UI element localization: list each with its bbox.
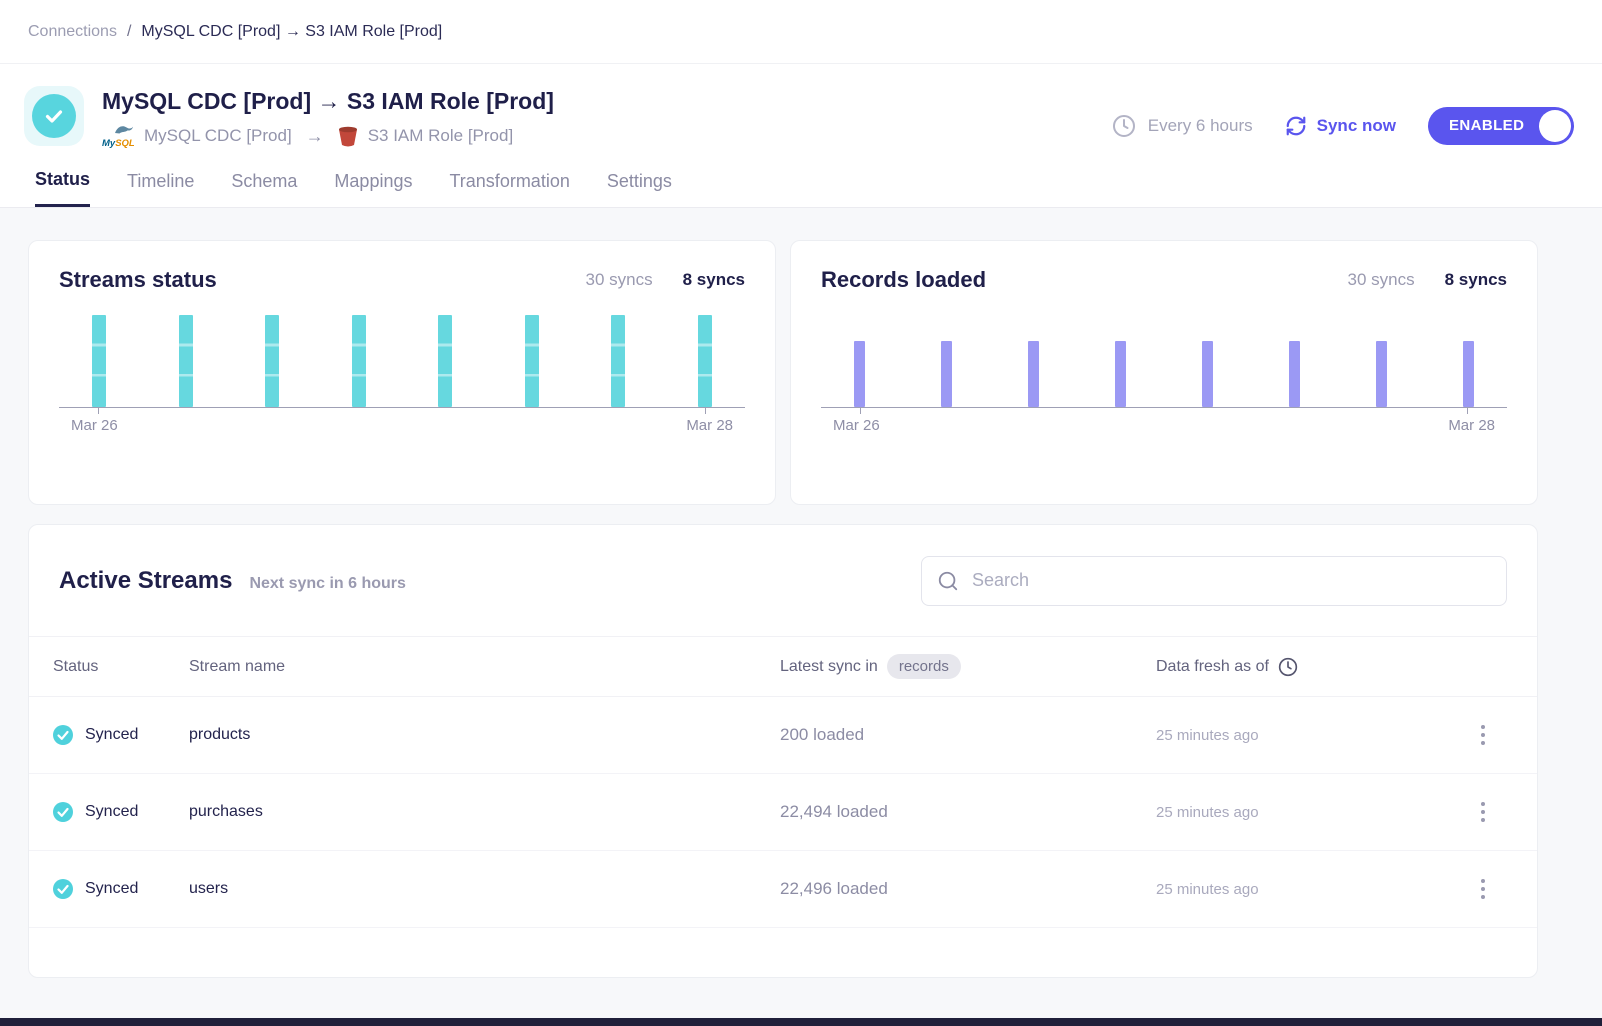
x-tick-label-start: Mar 26 (833, 417, 880, 434)
synced-check-icon (53, 725, 73, 745)
enabled-toggle[interactable]: ENABLED (1428, 107, 1574, 145)
total-syncs-filter[interactable]: 30 syncs (586, 270, 653, 290)
chart-bar[interactable] (854, 341, 865, 407)
x-axis (59, 407, 745, 408)
column-stream-name: Stream name (189, 658, 780, 676)
records-loaded-value: 200 loaded (780, 725, 1156, 745)
bottom-edge-strip (0, 1018, 1602, 1026)
search-icon (937, 570, 959, 592)
table-row-purchases[interactable]: Synced purchases 22,494 loaded 25 minute… (29, 774, 1537, 851)
x-axis (821, 407, 1507, 408)
data-fresh-value: 25 minutes ago (1156, 804, 1459, 821)
streams-status-card: Streams status 30 syncs 8 syncs Mar 26 M… (28, 240, 776, 505)
tab-schema[interactable]: Schema (231, 169, 297, 207)
stream-name: users (189, 880, 780, 898)
connection-check-icon (32, 94, 76, 138)
active-streams-card: Active Streams Next sync in 6 hours Stat… (28, 524, 1538, 978)
tab-transformation[interactable]: Transformation (449, 169, 569, 207)
row-menu-kebab-icon[interactable] (1475, 719, 1491, 751)
synced-check-icon (53, 802, 73, 822)
chart-bar[interactable] (698, 315, 712, 407)
sync-schedule: Every 6 hours (1112, 114, 1253, 138)
next-sync-label: Next sync in 6 hours (249, 575, 406, 593)
toggle-knob (1539, 110, 1571, 142)
tab-mappings[interactable]: Mappings (334, 169, 412, 207)
x-tick-label-start: Mar 26 (71, 417, 118, 434)
schedule-label: Every 6 hours (1148, 116, 1253, 136)
chart-bar[interactable] (352, 315, 366, 407)
mysql-logo: MySQL (102, 123, 134, 149)
chart-bar[interactable] (1289, 341, 1300, 407)
records-loaded-card: Records loaded 30 syncs 8 syncs Mar 26 M… (790, 240, 1538, 505)
column-data-fresh: Data fresh as of (1156, 658, 1269, 676)
records-loaded-title: Records loaded (821, 267, 986, 293)
connection-status-avatar (24, 86, 84, 146)
table-row-products[interactable]: Synced products 200 loaded 25 minutes ag… (29, 697, 1537, 774)
chart-bar[interactable] (1115, 341, 1126, 407)
x-tick-label-end: Mar 28 (686, 417, 733, 434)
enabled-toggle-label: ENABLED (1428, 117, 1524, 134)
chart-bar[interactable] (265, 315, 279, 407)
tab-status[interactable]: Status (35, 169, 90, 207)
status-badge: Synced (85, 803, 138, 821)
x-tick-label-end: Mar 28 (1448, 417, 1495, 434)
records-badge[interactable]: records (887, 654, 961, 679)
row-menu-kebab-icon[interactable] (1475, 873, 1491, 905)
clock-icon (1278, 657, 1298, 677)
chart-bar[interactable] (525, 315, 539, 407)
streams-status-title: Streams status (59, 267, 217, 293)
breadcrumb: Connections / MySQL CDC [Prod] → S3 IAM … (0, 0, 1602, 64)
sync-icon (1285, 115, 1307, 137)
chart-bar[interactable] (1028, 341, 1039, 407)
column-status: Status (53, 658, 189, 676)
clock-icon (1112, 114, 1136, 138)
chart-bar[interactable] (438, 315, 452, 407)
shown-syncs-filter[interactable]: 8 syncs (683, 270, 745, 290)
data-fresh-value: 25 minutes ago (1156, 881, 1459, 898)
chart-bar[interactable] (611, 315, 625, 407)
streams-status-chart: Mar 26 Mar 28 (59, 315, 745, 434)
search-box[interactable] (921, 556, 1507, 606)
tab-settings[interactable]: Settings (607, 169, 672, 207)
destination-name: S3 IAM Role [Prod] (368, 126, 514, 146)
shown-syncs-filter[interactable]: 8 syncs (1445, 270, 1507, 290)
table-header: Status Stream name Latest sync in record… (29, 637, 1537, 697)
svg-text:MySQL: MySQL (102, 138, 134, 149)
source-name: MySQL CDC [Prod] (144, 126, 292, 146)
records-loaded-value: 22,496 loaded (780, 879, 1156, 899)
synced-check-icon (53, 879, 73, 899)
active-streams-title: Active Streams (59, 567, 232, 595)
chart-bar[interactable] (179, 315, 193, 407)
records-loaded-chart: Mar 26 Mar 28 (821, 315, 1507, 434)
chart-bar[interactable] (941, 341, 952, 407)
chart-bar[interactable] (1202, 341, 1213, 407)
status-badge: Synced (85, 880, 138, 898)
tab-bar: Status Timeline Schema Mappings Transfor… (0, 155, 1602, 207)
tab-timeline[interactable]: Timeline (127, 169, 194, 207)
breadcrumb-connections-link[interactable]: Connections (28, 23, 117, 41)
records-loaded-value: 22,494 loaded (780, 802, 1156, 822)
search-input[interactable] (972, 570, 1491, 591)
connection-header: MySQL CDC [Prod] → S3 IAM Role [Prod] My… (0, 64, 1602, 155)
breadcrumb-current: MySQL CDC [Prod] → S3 IAM Role [Prod] (141, 23, 442, 41)
page-title: MySQL CDC [Prod] → S3 IAM Role [Prod] (102, 86, 554, 116)
column-latest-sync: Latest sync in (780, 658, 878, 676)
sync-now-button[interactable]: Sync now (1285, 115, 1396, 137)
s3-bucket-icon (338, 125, 358, 148)
data-fresh-value: 25 minutes ago (1156, 727, 1459, 744)
chart-bar[interactable] (92, 315, 106, 407)
flow-arrow: → (306, 126, 324, 147)
table-row-users[interactable]: Synced users 22,496 loaded 25 minutes ag… (29, 851, 1537, 928)
total-syncs-filter[interactable]: 30 syncs (1348, 270, 1415, 290)
stream-name: products (189, 726, 780, 744)
chart-bar[interactable] (1376, 341, 1387, 407)
chart-bar[interactable] (1463, 341, 1474, 407)
status-badge: Synced (85, 726, 138, 744)
stream-name: purchases (189, 803, 780, 821)
sync-now-label: Sync now (1317, 116, 1396, 136)
row-menu-kebab-icon[interactable] (1475, 796, 1491, 828)
breadcrumb-separator: / (127, 23, 131, 41)
